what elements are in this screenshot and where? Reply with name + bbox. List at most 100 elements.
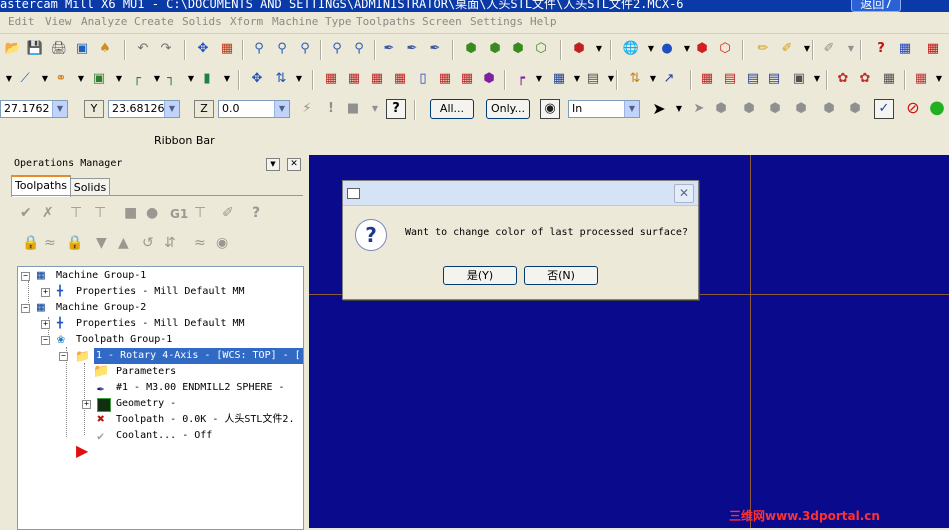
help-ops-icon[interactable]: ? [252, 205, 260, 221]
trim-icon[interactable]: ✥ [248, 70, 266, 88]
select-all-button[interactable]: All... [430, 99, 474, 119]
pan-icon[interactable]: ✥ [194, 40, 212, 58]
collapse-icon[interactable]: − [41, 336, 50, 345]
xform-project-icon[interactable]: ▦ [458, 70, 476, 88]
view-top-icon[interactable]: ⬢ [486, 40, 504, 58]
xform-translate-icon[interactable]: ▦ [322, 70, 340, 88]
cursor-dropdown-icon[interactable]: ▼ [670, 100, 688, 118]
save-icon[interactable]: 💾 [26, 40, 44, 58]
ops-close-icon[interactable]: ✕ [287, 158, 301, 171]
view-side-icon[interactable]: ⬡ [532, 40, 550, 58]
backplot-icon[interactable]: ■ [124, 205, 137, 221]
hidden-line-icon[interactable]: ✒ [426, 40, 444, 58]
autocursor-icon[interactable]: ■ [344, 100, 362, 118]
level-icon[interactable]: ▣ [790, 70, 808, 88]
group-icon[interactable]: ▤ [584, 70, 602, 88]
yes-button[interactable]: 是(Y) [443, 266, 517, 285]
expand-icon[interactable]: + [41, 320, 50, 329]
xform-stretch-icon[interactable]: ▦ [436, 70, 454, 88]
verify-ops-icon[interactable]: ● [146, 205, 158, 221]
zoom-target-icon[interactable]: ⚲ [273, 40, 291, 58]
arc-icon[interactable]: ⚭ [52, 70, 70, 88]
menu-screen[interactable]: Screen [422, 15, 462, 28]
menu-xform[interactable]: Xform [230, 15, 263, 28]
cylinder-icon[interactable]: ▮ [198, 70, 216, 88]
g1-post-icon[interactable]: G1 [170, 207, 188, 221]
select-all-ops-icon[interactable]: ✔ [20, 205, 32, 221]
zoom-window-icon[interactable]: ⚲ [250, 40, 268, 58]
expand-icon[interactable]: ≈ [194, 235, 206, 251]
select-gray-7-icon[interactable]: ⬢ [846, 100, 864, 118]
menu-analyze[interactable]: Analyze [81, 15, 127, 28]
xform-scale-icon[interactable]: ▦ [391, 70, 409, 88]
move-down-icon[interactable]: ▼ [96, 235, 107, 251]
regenerate-dirty-icon[interactable]: ⊤ [94, 205, 106, 221]
analyze-dropdown-icon[interactable]: ▼ [530, 70, 548, 88]
grid-icon[interactable]: ▦ [550, 70, 568, 88]
level-dropdown-icon[interactable]: ▼ [808, 70, 826, 88]
rectangle-dropdown-icon[interactable]: ▼ [110, 70, 128, 88]
dimension-icon[interactable]: ↗ [660, 70, 678, 88]
x-coordinate-field[interactable]: 27.1762 ▼ [0, 100, 68, 118]
move-up-icon[interactable]: ▲ [118, 235, 129, 251]
break-icon[interactable]: ⇅ [272, 70, 290, 88]
scroll-icon[interactable]: ⇵ [164, 235, 176, 251]
tab-toolpaths[interactable]: Toolpaths [11, 175, 71, 197]
menu-machine-type[interactable]: Machine Type [272, 15, 351, 28]
globe-icon[interactable]: 🌐 [622, 40, 640, 58]
print-icon[interactable]: 🖨 [50, 40, 68, 58]
select-gray-6-icon[interactable]: ⬢ [820, 100, 838, 118]
undo-icon[interactable]: ↶ [134, 40, 152, 58]
zoom-out-icon[interactable]: ⚲ [328, 40, 346, 58]
menu-toolpaths[interactable]: Toolpaths [356, 15, 416, 28]
regenerate-all-icon[interactable]: ⊤ [70, 205, 82, 221]
arc-dropdown-icon[interactable]: ▼ [72, 70, 90, 88]
autocursor-dropdown-icon[interactable]: ▼ [366, 100, 384, 118]
menu-solids[interactable]: Solids [182, 15, 222, 28]
open-icon[interactable]: 📂 [4, 40, 22, 58]
menu-settings[interactable]: Settings [470, 15, 523, 28]
xform-roll-icon[interactable]: ⬢ [480, 70, 498, 88]
insert-after-icon[interactable]: ↺ [142, 235, 154, 251]
help-icon[interactable]: ? [872, 40, 890, 58]
ops-menu-dropdown-icon[interactable]: ▼ [266, 158, 280, 171]
select-gray-5-icon[interactable]: ⬢ [792, 100, 810, 118]
wireframe-icon[interactable]: ✒ [403, 40, 421, 58]
exclamation-icon[interactable]: ! [322, 100, 340, 118]
zoom-out-half-icon[interactable]: ⚲ [350, 40, 368, 58]
menu-view[interactable]: View [45, 15, 72, 28]
chamfer-icon[interactable]: ┐ [162, 70, 180, 88]
expand-icon[interactable]: + [41, 288, 50, 297]
question-icon[interactable]: ? [386, 99, 406, 119]
select-gray-3-icon[interactable]: ⬢ [740, 100, 758, 118]
hide-display-icon[interactable]: 🔒 [66, 235, 83, 251]
wire-icon[interactable]: ▦ [880, 70, 898, 88]
line-icon[interactable]: ⟋ [16, 70, 34, 88]
view-iso-icon[interactable]: ⬢ [462, 40, 480, 58]
wand-dropdown-icon[interactable]: ▼ [842, 40, 860, 58]
router-dropdown-icon[interactable]: ▼ [930, 70, 948, 88]
fast-point-icon[interactable]: ⚡ [298, 100, 316, 118]
outline-cube-icon[interactable]: ⬡ [716, 40, 734, 58]
no-button[interactable]: 否(N) [524, 266, 598, 285]
select-gray-1-icon[interactable]: ➤ [690, 100, 708, 118]
shade-icon[interactable]: ✒ [380, 40, 398, 58]
fillet-icon[interactable]: ┌ [128, 70, 146, 88]
multi-pencil-icon[interactable]: ✐ [778, 40, 796, 58]
menu-edit[interactable]: Edit [8, 15, 35, 28]
expand-icon[interactable]: + [82, 400, 91, 409]
collapse-icon[interactable]: − [21, 272, 30, 281]
xform-offset-icon[interactable]: ▯ [414, 70, 432, 88]
list-icon[interactable]: ▤ [721, 70, 739, 88]
display-toggle-icon[interactable]: ◉ [216, 235, 228, 251]
high-feed-icon[interactable]: ⊤ [194, 205, 206, 221]
trophy-icon[interactable]: ♠ [96, 40, 114, 58]
layers-icon[interactable]: ▤ [765, 70, 783, 88]
lock-icon[interactable]: 🔒 [22, 235, 39, 251]
zoom-in-icon[interactable]: ⚲ [296, 40, 314, 58]
y-coordinate-field[interactable]: 23.68126 ▼ [108, 100, 180, 118]
insert-arrow-icon[interactable]: ▶ [76, 443, 88, 459]
cursor-icon[interactable]: ➤ [650, 100, 668, 118]
stop-icon[interactable]: ⊘ [904, 99, 922, 117]
redo-icon[interactable]: ↷ [157, 40, 175, 58]
